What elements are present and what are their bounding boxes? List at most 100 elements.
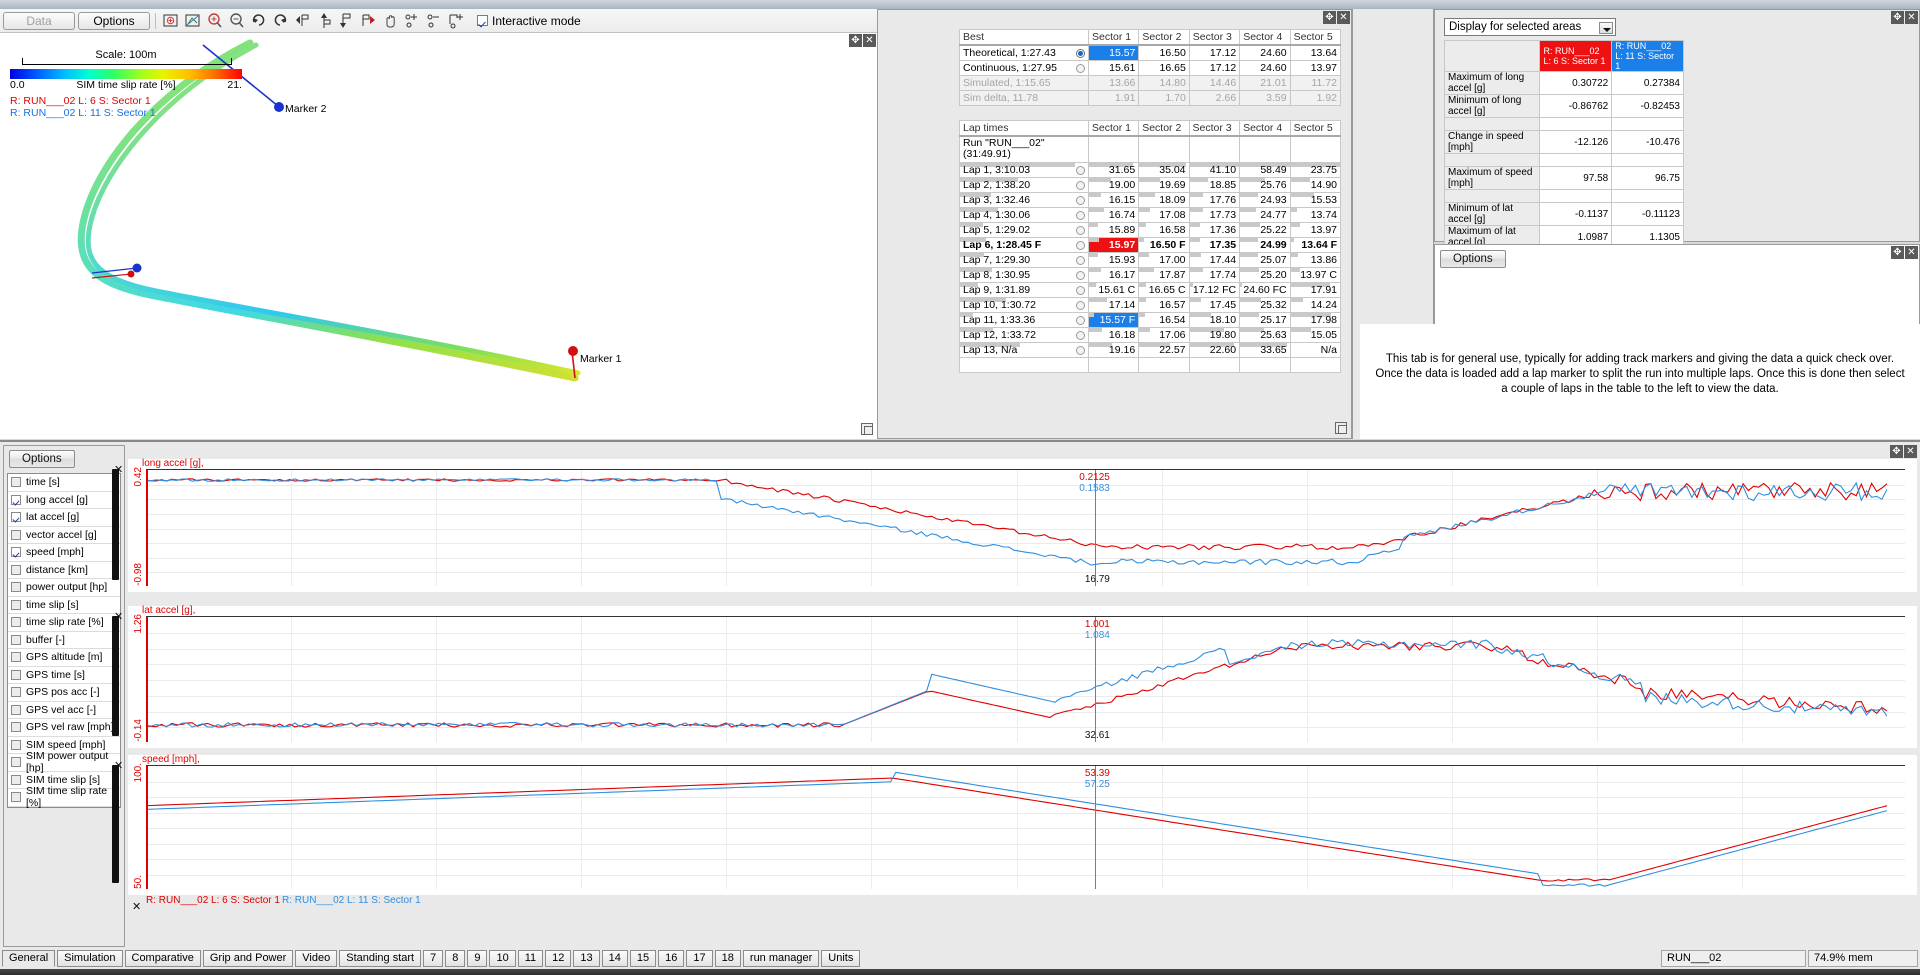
close-panel-icon[interactable]: ✕ <box>1337 11 1350 24</box>
chevron-down-icon[interactable] <box>1599 22 1613 34</box>
channel-item-2[interactable]: lat accel [g] <box>8 509 120 527</box>
track-map-panel[interactable]: ✥ ✕ Marker 2 Marker 1 Scale: 100m 0.0 SI… <box>0 33 877 439</box>
add-region-icon[interactable] <box>447 11 466 30</box>
lap-row-label[interactable]: Lap 1, 3:10.03 <box>959 161 1089 178</box>
zoom-in-icon[interactable] <box>205 11 224 30</box>
prev-marker-icon[interactable] <box>293 11 312 30</box>
tab-standing-start[interactable]: Standing start <box>339 950 422 967</box>
lap-times-table[interactable]: Lap times Sector 1 Sector 2 Sector 3 Sector … <box>959 120 1342 373</box>
tab-14[interactable]: 14 <box>601 950 628 967</box>
zoom-out-icon[interactable] <box>227 11 246 30</box>
tab-run-manager[interactable]: run manager <box>742 950 820 967</box>
table-row[interactable]: Lap 6, 1:28.45 F 15.97 16.50 F 17.35 24.99 13… <box>959 236 1342 253</box>
lap-row-label[interactable]: Lap 4, 1:30.06 <box>959 206 1089 223</box>
table-row[interactable]: Continuous, 1:27.95 15.61 16.65 17.12 24.60 1… <box>958 60 1342 76</box>
channel-checkbox[interactable] <box>11 599 21 610</box>
lap-row-label[interactable]: Lap 11, 1:33.36 <box>959 311 1089 328</box>
zoom-box-icon[interactable] <box>161 11 180 30</box>
channel-item-3[interactable]: vector accel [g] <box>8 527 120 544</box>
lap-select-radio[interactable] <box>1075 165 1085 175</box>
lap-row-label[interactable]: Lap 6, 1:28.45 F <box>959 236 1089 253</box>
table-row[interactable]: Lap 7, 1:29.30 15.93 17.00 17.44 25.07 13.86 <box>959 251 1342 268</box>
tab-18[interactable]: 18 <box>714 950 741 967</box>
stats-col-red[interactable]: R: RUN___02 L: 6 S: Sector 1 <box>1539 40 1613 72</box>
lap-row-label[interactable]: Lap 12, 1:33.72 <box>959 326 1089 343</box>
channel-checkbox[interactable] <box>11 704 21 715</box>
channel-options-button[interactable]: Options <box>9 450 75 468</box>
best-radio[interactable] <box>1076 64 1086 73</box>
table-row[interactable]: Lap 11, 1:33.36 15.57 F 16.54 18.10 25.17 17.… <box>959 311 1342 328</box>
table-row[interactable]: Lap 4, 1:30.06 16.74 17.08 17.73 24.77 13.74 <box>959 206 1342 223</box>
notes-panel-controls[interactable]: ✥ ✕ <box>1890 246 1918 259</box>
lap-select-radio[interactable] <box>1075 345 1085 355</box>
table-row[interactable]: Lap 9, 1:31.89 15.61 C 16.65 C 17.12 FC 24.6… <box>959 281 1342 298</box>
chart-x-axis-close-icon[interactable]: ✕ <box>132 900 141 913</box>
move-panel-icon[interactable]: ✥ <box>1891 11 1904 24</box>
close-panel-icon[interactable]: ✕ <box>863 34 876 47</box>
channel-checkbox[interactable] <box>11 669 21 680</box>
chart-1-plot-area[interactable]: 1.001 1.084 32.61 <box>146 616 1905 742</box>
chart-0[interactable]: long accel [g],✕0.42-0.980.21250.158316.… <box>112 458 1917 592</box>
channel-item-5[interactable]: distance [km] <box>8 562 120 579</box>
channel-checkbox[interactable] <box>11 529 21 540</box>
channel-item-7[interactable]: time slip [s] <box>8 597 120 614</box>
channel-item-1[interactable]: long accel [g] <box>8 492 120 509</box>
lap-select-radio[interactable] <box>1075 240 1085 250</box>
lap-select-radio[interactable] <box>1075 210 1085 220</box>
rotate-ccw-icon[interactable] <box>271 11 290 30</box>
channel-checkbox[interactable] <box>11 582 21 593</box>
lap-row-label[interactable]: Lap 3, 1:32.46 <box>959 191 1089 208</box>
center-resize-handle[interactable] <box>1335 422 1347 434</box>
lap-select-radio[interactable] <box>1075 300 1085 310</box>
channel-item-8[interactable]: time slip rate [%] <box>8 614 120 632</box>
lap-select-radio[interactable] <box>1075 285 1085 295</box>
add-marker-icon[interactable] <box>315 11 334 30</box>
move-panel-icon[interactable]: ✥ <box>849 34 862 47</box>
table-row[interactable]: Lap 5, 1:29.02 15.89 16.58 17.36 25.22 13.97 <box>959 221 1342 238</box>
channel-item-18[interactable]: SIM time slip rate [%] <box>8 785 120 809</box>
lap-select-radio[interactable] <box>1075 225 1085 235</box>
tab-general[interactable]: General <box>2 950 56 967</box>
table-row[interactable]: Lap 12, 1:33.72 16.18 17.06 19.80 25.63 15.05 <box>959 326 1342 343</box>
channel-checkbox[interactable] <box>11 792 21 803</box>
channel-checkbox[interactable] <box>11 687 21 698</box>
lap-row-label[interactable]: Lap 10, 1:30.72 <box>959 296 1089 313</box>
channel-checkbox[interactable] <box>11 477 21 488</box>
lap-select-radio[interactable] <box>1075 195 1085 205</box>
remove-node-icon[interactable] <box>425 11 444 30</box>
fit-view-icon[interactable] <box>183 11 202 30</box>
chart-2-scale-band[interactable] <box>112 765 119 883</box>
close-panel-icon[interactable]: ✕ <box>1905 11 1918 24</box>
tab-15[interactable]: 15 <box>629 950 657 967</box>
channel-checkbox[interactable] <box>11 564 21 575</box>
data-button[interactable]: Data <box>3 11 75 30</box>
channel-item-12[interactable]: GPS pos acc [-] <box>8 684 120 702</box>
pan-hand-icon[interactable] <box>381 11 400 30</box>
channel-checkbox[interactable] <box>11 494 21 505</box>
move-panel-icon[interactable]: ✥ <box>1891 246 1904 259</box>
tab-units[interactable]: Units <box>821 950 861 967</box>
channel-item-4[interactable]: speed [mph] <box>8 544 120 562</box>
tab-7[interactable]: 7 <box>423 950 444 967</box>
options-button[interactable]: Options <box>78 11 150 30</box>
center-panel-controls[interactable]: ✥ ✕ <box>1322 11 1350 24</box>
table-row[interactable]: Simulated, 1:15.65 13.66 14.80 14.46 21.01 11… <box>958 75 1342 91</box>
lap-row-label[interactable]: Lap 8, 1:30.95 <box>959 266 1089 283</box>
channel-item-14[interactable]: GPS vel raw [mph] <box>8 719 120 737</box>
channel-checkbox[interactable] <box>11 722 21 733</box>
tab-16[interactable]: 16 <box>658 950 685 967</box>
channel-checkbox[interactable] <box>11 774 21 785</box>
channel-item-11[interactable]: GPS time [s] <box>8 667 120 684</box>
channel-item-0[interactable]: time [s] <box>8 474 120 492</box>
notes-options-button[interactable]: Options <box>1440 250 1506 268</box>
table-row[interactable]: Lap 3, 1:32.46 16.15 18.09 17.76 24.93 15.53 <box>959 191 1342 208</box>
tab-simulation[interactable]: Simulation <box>57 950 123 967</box>
interactive-mode-toggle[interactable]: Interactive mode <box>477 14 581 28</box>
table-row[interactable]: Sim delta, 11.78 1.91 1.70 2.66 3.59 1.92 <box>958 90 1342 106</box>
table-row[interactable]: Theoretical, 1:27.43 15.57 16.50 17.12 24.60… <box>958 44 1342 61</box>
channel-item-13[interactable]: GPS vel acc [-] <box>8 702 120 719</box>
lap-row-label[interactable]: Lap 5, 1:29.02 <box>959 221 1089 238</box>
tab-video[interactable]: Video <box>295 950 338 967</box>
table-row[interactable]: Lap 2, 1:38.20 19.00 19.69 18.85 25.76 14.90 <box>959 176 1342 193</box>
channel-item-6[interactable]: power output [hp] <box>8 579 120 597</box>
